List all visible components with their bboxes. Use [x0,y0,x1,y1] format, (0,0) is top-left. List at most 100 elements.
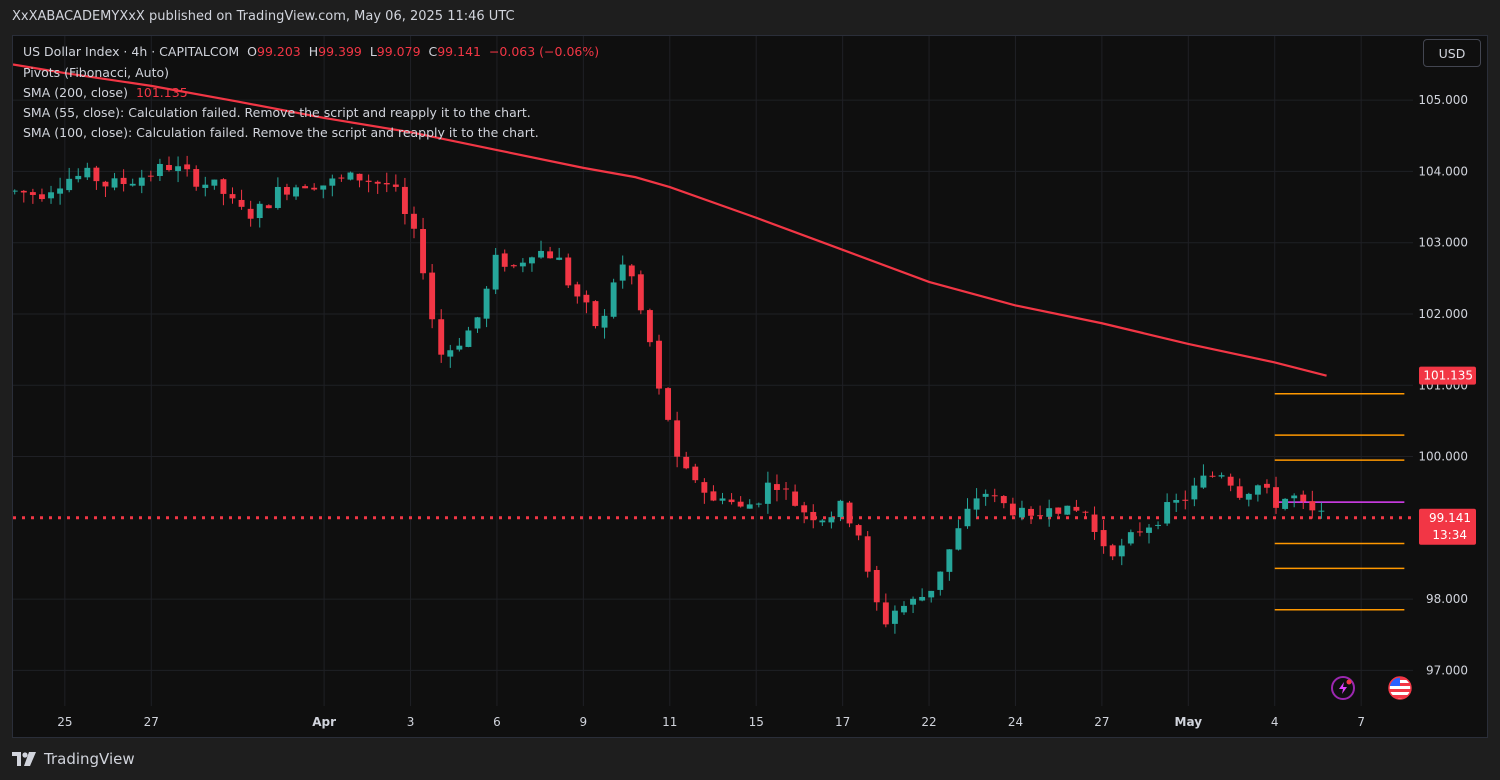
tradingview-logo[interactable]: TradingView [12,750,135,768]
candle-body [356,173,363,181]
candle-body [474,317,481,329]
y-tick-label: 104.000 [1418,164,1468,178]
legend-sma100[interactable]: SMA (100, close): Calculation failed. Re… [23,125,539,140]
candle-body [1100,530,1107,547]
us-flag-icon[interactable] [1388,676,1412,700]
candle-body [1209,475,1216,477]
candle-body [519,262,526,267]
candle-body [529,257,535,264]
x-tick-label: 3 [407,715,415,729]
candle-body [1028,508,1034,516]
candle-body [48,192,54,199]
candle-body [1019,507,1025,518]
candle-body [1236,486,1243,498]
candle-body [483,288,490,319]
candle-body [320,185,327,190]
currency-button[interactable]: USD [1423,39,1481,67]
legend-symbol: US Dollar Index · 4h · CAPITALCOM [23,44,240,59]
candle-body [438,319,445,355]
candle-body [29,192,36,195]
legend-sma200[interactable]: SMA (200, close) 101.135 [23,85,188,100]
candle-body [193,169,200,187]
candle-body [1155,524,1162,526]
footer-brand: TradingView [44,750,135,768]
candle-body [864,536,871,572]
candle-body [1000,496,1007,504]
candle-body [973,498,980,510]
candle-body [592,301,599,327]
candle-body [719,498,726,501]
price-chart[interactable]: 105.000104.000103.000102.000101.000100.0… [13,36,1487,737]
candle-body [710,491,717,501]
candle-body [465,330,472,347]
candle-body [147,175,154,177]
candle-body [184,164,191,170]
candle-body [701,482,708,493]
candle-body [202,184,209,188]
candle-body [928,590,935,598]
legend-sma200-label: SMA (200, close) [23,85,128,100]
tv-logo-icon [12,752,36,766]
candle-body [13,190,18,192]
candle-body [1109,545,1116,557]
x-tick-label: 17 [835,715,850,729]
candle-body [383,183,390,185]
candle-body [873,569,880,603]
candle-body [728,499,735,503]
candle-body [1127,532,1134,544]
candle-body [628,265,635,277]
candle-body [855,525,862,536]
candle-body [401,186,408,215]
legend-c-label: C [428,44,438,59]
candle-body [84,167,91,178]
legend-ohlc: US Dollar Index · 4h · CAPITALCOM O99.20… [23,44,599,59]
candle-body [411,213,417,229]
legend-sma200-value: 101.135 [135,85,188,100]
candle-body [447,350,454,357]
lightning-icon[interactable] [1331,676,1355,700]
candle-body [882,602,889,625]
candle-body [955,528,962,550]
legend-o-label: O [247,44,258,59]
candle-body [1009,503,1016,516]
x-tick-label: 27 [144,715,159,729]
x-tick-label: May [1175,715,1203,729]
candle-body [937,571,944,590]
legend-pivots[interactable]: Pivots (Fibonacci, Auto) [23,65,169,80]
candle-body [547,251,554,259]
candle-body [57,188,64,194]
candle-body [265,205,272,209]
candle-body [565,257,572,286]
candle-body [238,199,245,207]
last-price-label: 99.141 [1429,511,1471,525]
candle-body [120,177,127,185]
candle-body [284,186,290,195]
x-tick-label: 22 [921,715,936,729]
candle-body [274,186,281,208]
candle-body [102,181,109,187]
candle-body [365,180,372,182]
candle-body [819,520,826,523]
candle-body [1309,501,1316,511]
legend-sma55[interactable]: SMA (55, close): Calculation failed. Rem… [23,105,531,120]
candle-body [66,178,73,191]
publisher-caption: XxXABACADEMYXxX published on TradingView… [12,9,515,24]
candle-body [783,488,789,490]
candle-body [1073,506,1080,511]
candle-body [665,388,672,420]
candle-body [111,178,118,188]
candle-body [810,511,817,521]
x-tick-label: 25 [57,715,72,729]
candle-body [1146,527,1152,533]
candle-body [1291,495,1298,499]
candle-body [964,508,971,527]
legend-open: 99.203 [257,44,301,59]
candle-body [1273,487,1279,508]
candle-body [374,181,381,184]
countdown-label: 13:34 [1432,528,1467,542]
candle-body [75,175,82,180]
x-tick-label: 4 [1271,715,1279,729]
chart-pane[interactable]: 105.000 104.000 103.000 102.000 101.000 100.0… [12,35,1488,738]
candle-body [746,504,753,509]
candle-body [293,187,299,197]
